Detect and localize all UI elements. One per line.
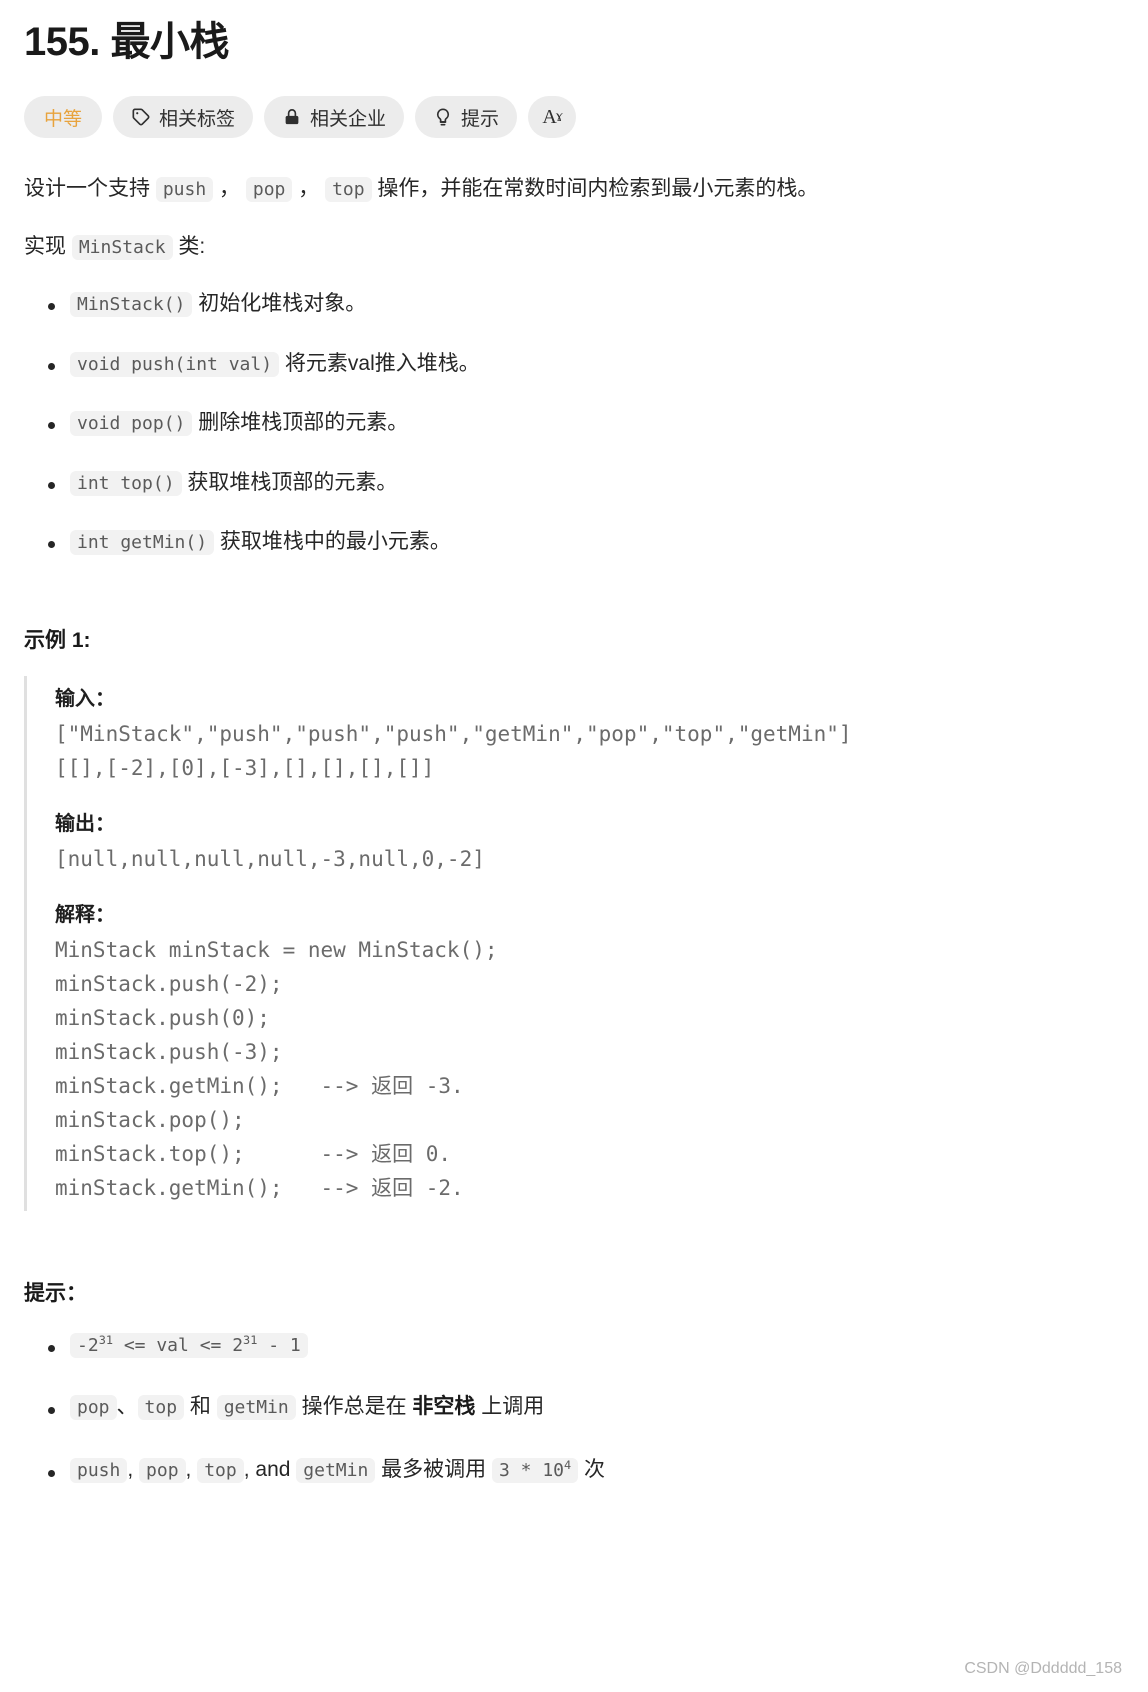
method-list: MinStack() 初始化堆栈对象。 void push(int val) 将… bbox=[24, 288, 1124, 558]
code-getmin: getMin bbox=[296, 1457, 376, 1483]
method-description: 删除堆栈顶部的元素。 bbox=[198, 411, 409, 435]
code-pop: pop bbox=[245, 177, 293, 202]
lock-icon bbox=[282, 107, 302, 127]
hint-sep-2: 和 bbox=[184, 1395, 217, 1419]
hint-sep-2: , bbox=[185, 1457, 198, 1481]
constraint-range: -231 <= val <= 231 - 1 bbox=[70, 1332, 308, 1358]
method-description: 将元素val推入堆栈。 bbox=[284, 351, 480, 375]
hint-text-2: 次 bbox=[578, 1457, 606, 1481]
method-signature: int top() bbox=[70, 470, 182, 496]
hint-text-1: 操作总是在 bbox=[295, 1395, 413, 1419]
constraint-sup-2: 31 bbox=[243, 1332, 258, 1347]
example-explanation-code: MinStack minStack = new MinStack(); minS… bbox=[55, 937, 498, 1200]
difficulty-badge[interactable]: 中等 bbox=[24, 96, 103, 138]
hint-bold-text: 非空栈 bbox=[412, 1395, 476, 1419]
hint-sep-1: 、 bbox=[116, 1395, 138, 1419]
hint-label: 提示 bbox=[461, 108, 500, 130]
call-limit-value: 3 * 10 bbox=[498, 1459, 565, 1481]
list-item: pop、 top 和 getMin 操作总是在 非空栈 上调用 bbox=[24, 1391, 1124, 1424]
hints-heading: 提示： bbox=[24, 1281, 87, 1305]
method-signature: int getMin() bbox=[70, 530, 215, 556]
watermark: CSDN @Dddddd_158 bbox=[964, 1660, 1122, 1677]
list-item: -231 <= val <= 231 - 1 bbox=[24, 1329, 1124, 1362]
example-input-code: ["MinStack","push","push","push","getMin… bbox=[55, 721, 852, 780]
hint-sep-1: , bbox=[127, 1457, 140, 1481]
constraint-post: - 1 bbox=[257, 1334, 301, 1356]
example-output-code: [null,null,null,null,-3,null,0,-2] bbox=[55, 846, 485, 871]
intro-sep-1: ， bbox=[213, 177, 246, 200]
hint-sep-3: , and bbox=[243, 1457, 297, 1481]
list-item: int top() 获取堆栈顶部的元素。 bbox=[24, 467, 1124, 499]
related-tags-button[interactable]: 相关标签 bbox=[113, 96, 254, 138]
implement-prefix: 实现 bbox=[24, 235, 72, 259]
badge-row: 中等 相关标签 相关企业 提示 A ɤ bbox=[24, 96, 1124, 138]
list-item: void push(int val) 将元素val推入堆栈。 bbox=[24, 348, 1124, 380]
method-signature: MinStack() bbox=[70, 292, 193, 318]
lightbulb-icon bbox=[433, 107, 453, 127]
hint-text-1: 最多被调用 bbox=[375, 1457, 492, 1481]
intro-suffix: 操作，并能在常数时间内检索到最小元素的栈。 bbox=[371, 177, 819, 200]
method-description: 获取堆栈中的最小元素。 bbox=[219, 530, 451, 554]
list-item: MinStack() 初始化堆栈对象。 bbox=[24, 288, 1124, 320]
hint-button[interactable]: 提示 bbox=[415, 96, 518, 138]
code-minstack: MinStack bbox=[71, 235, 173, 261]
related-companies-label: 相关企业 bbox=[310, 108, 387, 130]
code-push: push bbox=[155, 177, 214, 202]
example-explanation-label: 解释： bbox=[55, 903, 115, 926]
list-item: void pop() 删除堆栈顶部的元素。 bbox=[24, 407, 1124, 439]
method-signature: void pop() bbox=[70, 411, 193, 437]
call-limit-code: 3 * 104 bbox=[491, 1457, 579, 1483]
difficulty-label: 中等 bbox=[44, 108, 83, 130]
code-getmin: getMin bbox=[216, 1395, 296, 1421]
intro-prefix: 设计一个支持 bbox=[24, 177, 156, 200]
code-pop: pop bbox=[139, 1457, 186, 1483]
related-companies-button[interactable]: 相关企业 bbox=[264, 96, 405, 138]
example-input-label: 输入： bbox=[55, 687, 115, 710]
implement-suffix: 类: bbox=[172, 235, 206, 259]
intro-sep-2: ， bbox=[292, 177, 326, 200]
list-item: push, pop, top, and getMin 最多被调用 3 * 104… bbox=[24, 1454, 1124, 1487]
code-push: push bbox=[70, 1457, 128, 1483]
method-description: 获取堆栈顶部的元素。 bbox=[187, 470, 398, 494]
tag-icon bbox=[131, 107, 151, 127]
code-top: top bbox=[325, 177, 372, 202]
constraint-sup-1: 31 bbox=[98, 1332, 113, 1347]
problem-page: 155. 最小栈 中等 相关标签 相关企业 提示 A ɤ 设计一个支持 push… bbox=[0, 0, 1148, 1692]
constraint-mid: <= val <= 2 bbox=[113, 1334, 244, 1356]
list-item: int getMin() 获取堆栈中的最小元素。 bbox=[24, 526, 1124, 558]
example-block: 输入： ["MinStack","push","push","push","ge… bbox=[24, 675, 1124, 1211]
example-output-label: 输出： bbox=[55, 812, 115, 835]
page-title: 155. 最小栈 bbox=[24, 20, 229, 64]
method-description: 初始化堆栈对象。 bbox=[198, 292, 367, 316]
code-pop: pop bbox=[70, 1395, 117, 1421]
example-heading: 示例 1: bbox=[24, 628, 91, 652]
constraint-pre: -2 bbox=[77, 1334, 99, 1356]
call-limit-exponent: 4 bbox=[564, 1457, 572, 1472]
code-top: top bbox=[137, 1395, 185, 1421]
intro-paragraph: 设计一个支持 push ， pop ， top 操作，并能在常数时间内检索到最小… bbox=[24, 172, 1124, 206]
font-size-icon: Aɤ bbox=[542, 105, 562, 128]
hints-list: -231 <= val <= 231 - 1 pop、 top 和 getMin … bbox=[24, 1329, 1124, 1487]
method-signature: void push(int val) bbox=[70, 351, 280, 377]
code-top: top bbox=[197, 1457, 244, 1483]
font-size-button[interactable]: Aɤ bbox=[528, 96, 577, 138]
implement-paragraph: 实现 MinStack 类: bbox=[24, 230, 1124, 264]
related-tags-label: 相关标签 bbox=[159, 108, 236, 130]
hint-text-2: 上调用 bbox=[475, 1395, 545, 1419]
